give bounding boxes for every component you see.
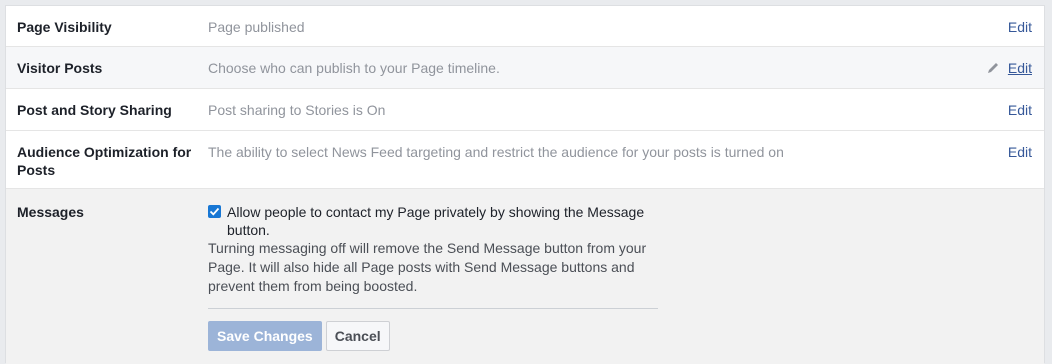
- page-settings-panel: Page Visibility Page published Edit Visi…: [5, 5, 1045, 364]
- setting-value: The ability to select News Feed targetin…: [208, 144, 784, 160]
- messaging-note: Turning messaging off will remove the Se…: [208, 240, 647, 294]
- setting-value: Page published: [208, 19, 305, 35]
- setting-label: Page Visibility: [17, 19, 112, 35]
- action-buttons: Save Changes Cancel: [208, 321, 658, 351]
- save-changes-button[interactable]: Save Changes: [208, 321, 322, 351]
- setting-row-audience-optimization: Audience Optimization for Posts The abil…: [6, 131, 1044, 189]
- checkmark-icon: [209, 207, 220, 216]
- setting-row-page-visibility: Page Visibility Page published Edit: [6, 6, 1044, 47]
- edit-link[interactable]: Edit: [1008, 18, 1032, 36]
- setting-value: Choose who can publish to your Page time…: [208, 60, 500, 76]
- setting-label: Messages: [17, 204, 84, 220]
- checkbox-label: Allow people to contact my Page privatel…: [227, 204, 645, 238]
- setting-label: Audience Optimization for Posts: [17, 144, 192, 178]
- edit-link[interactable]: Edit: [1008, 59, 1032, 77]
- divider: [208, 308, 658, 309]
- message-checkbox[interactable]: [208, 205, 221, 218]
- messages-editor: Allow people to contact my Page privatel…: [208, 203, 658, 351]
- cancel-button[interactable]: Cancel: [325, 321, 390, 351]
- setting-label: Post and Story Sharing: [17, 102, 172, 118]
- setting-row-visitor-posts: Visitor Posts Choose who can publish to …: [6, 47, 1044, 89]
- setting-row-messages: Messages Allow people to contact my Page…: [6, 189, 1044, 364]
- edit-link[interactable]: Edit: [1008, 143, 1032, 161]
- message-button-option: Allow people to contact my Page privatel…: [208, 203, 658, 239]
- setting-label: Visitor Posts: [17, 60, 103, 76]
- edit-link[interactable]: Edit: [1008, 101, 1032, 119]
- setting-row-post-story-sharing: Post and Story Sharing Post sharing to S…: [6, 89, 1044, 131]
- pencil-icon: [986, 61, 1000, 75]
- setting-value: Post sharing to Stories is On: [208, 102, 386, 118]
